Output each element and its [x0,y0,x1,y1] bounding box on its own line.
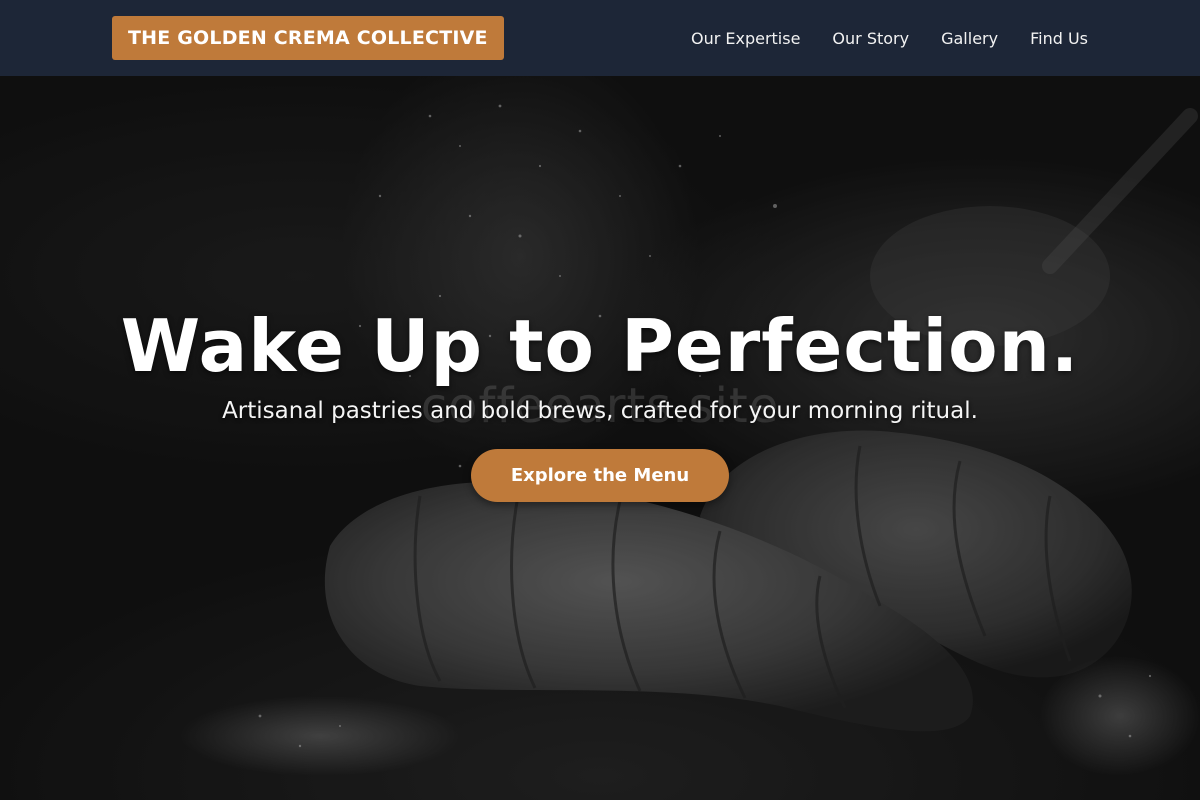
navbar: THE GOLDEN CREMA COLLECTIVE Our Expertis… [0,0,1200,76]
nav-link-gallery[interactable]: Gallery [941,29,998,48]
nav-links: Our Expertise Our Story Gallery Find Us [691,0,1088,76]
hero-overlay [0,76,1200,800]
brand-logo[interactable]: THE GOLDEN CREMA COLLECTIVE [112,16,504,60]
hero-subtitle: Artisanal pastries and bold brews, craft… [222,398,978,424]
nav-link-our-expertise[interactable]: Our Expertise [691,29,800,48]
nav-link-find-us[interactable]: Find Us [1030,29,1088,48]
nav-link-our-story[interactable]: Our Story [832,29,909,48]
hero-section: coffeearts.site Wake Up to Perfection. A… [0,76,1200,800]
explore-menu-button[interactable]: Explore the Menu [471,449,729,502]
hero-title: Wake Up to Perfection. [120,304,1080,388]
